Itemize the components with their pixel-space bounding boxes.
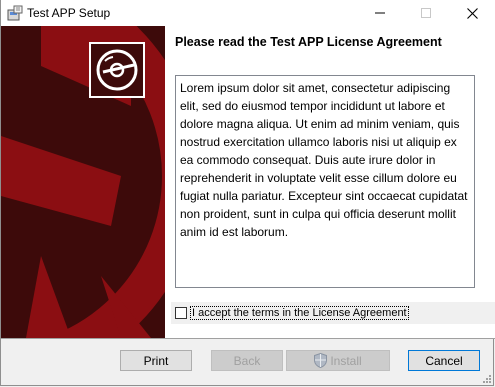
resize-grip-icon[interactable] bbox=[480, 372, 492, 384]
license-text: Lorem ipsum dolor sit amet, consectetur … bbox=[180, 81, 468, 239]
cancel-button[interactable]: Cancel bbox=[408, 350, 480, 371]
license-textbox[interactable]: Lorem ipsum dolor sit amet, consectetur … bbox=[175, 75, 475, 288]
content-pane: Please read the Test APP License Agreeme… bbox=[165, 26, 495, 338]
accept-checkbox[interactable] bbox=[175, 307, 187, 319]
minimize-icon bbox=[375, 12, 385, 14]
page-title: Please read the Test APP License Agreeme… bbox=[175, 35, 442, 49]
window-title: Test APP Setup bbox=[27, 6, 111, 20]
maximize-button bbox=[403, 0, 449, 26]
side-banner bbox=[1, 26, 165, 338]
close-button[interactable] bbox=[449, 0, 495, 26]
minimize-button[interactable] bbox=[357, 0, 403, 26]
disc-icon bbox=[89, 42, 145, 98]
close-icon bbox=[466, 7, 478, 19]
print-button-label: Print bbox=[143, 353, 169, 368]
back-button-label: Back bbox=[233, 353, 261, 368]
print-button[interactable]: Print bbox=[120, 350, 192, 371]
install-button-label: Install bbox=[330, 353, 362, 368]
accept-row[interactable]: I accept the terms in the License Agreem… bbox=[171, 302, 495, 324]
setup-window: Test APP Setup Please read the Test APP … bbox=[0, 0, 495, 386]
accept-label[interactable]: I accept the terms in the License Agreem… bbox=[190, 306, 409, 320]
cancel-button-label: Cancel bbox=[425, 353, 463, 368]
maximize-icon bbox=[421, 8, 431, 18]
installer-icon bbox=[7, 5, 23, 21]
back-button[interactable]: Back bbox=[211, 350, 283, 371]
footer-divider bbox=[1, 338, 495, 339]
title-bar[interactable]: Test APP Setup bbox=[1, 0, 495, 26]
install-button[interactable]: Install bbox=[286, 350, 390, 371]
uac-shield-icon bbox=[314, 353, 328, 368]
